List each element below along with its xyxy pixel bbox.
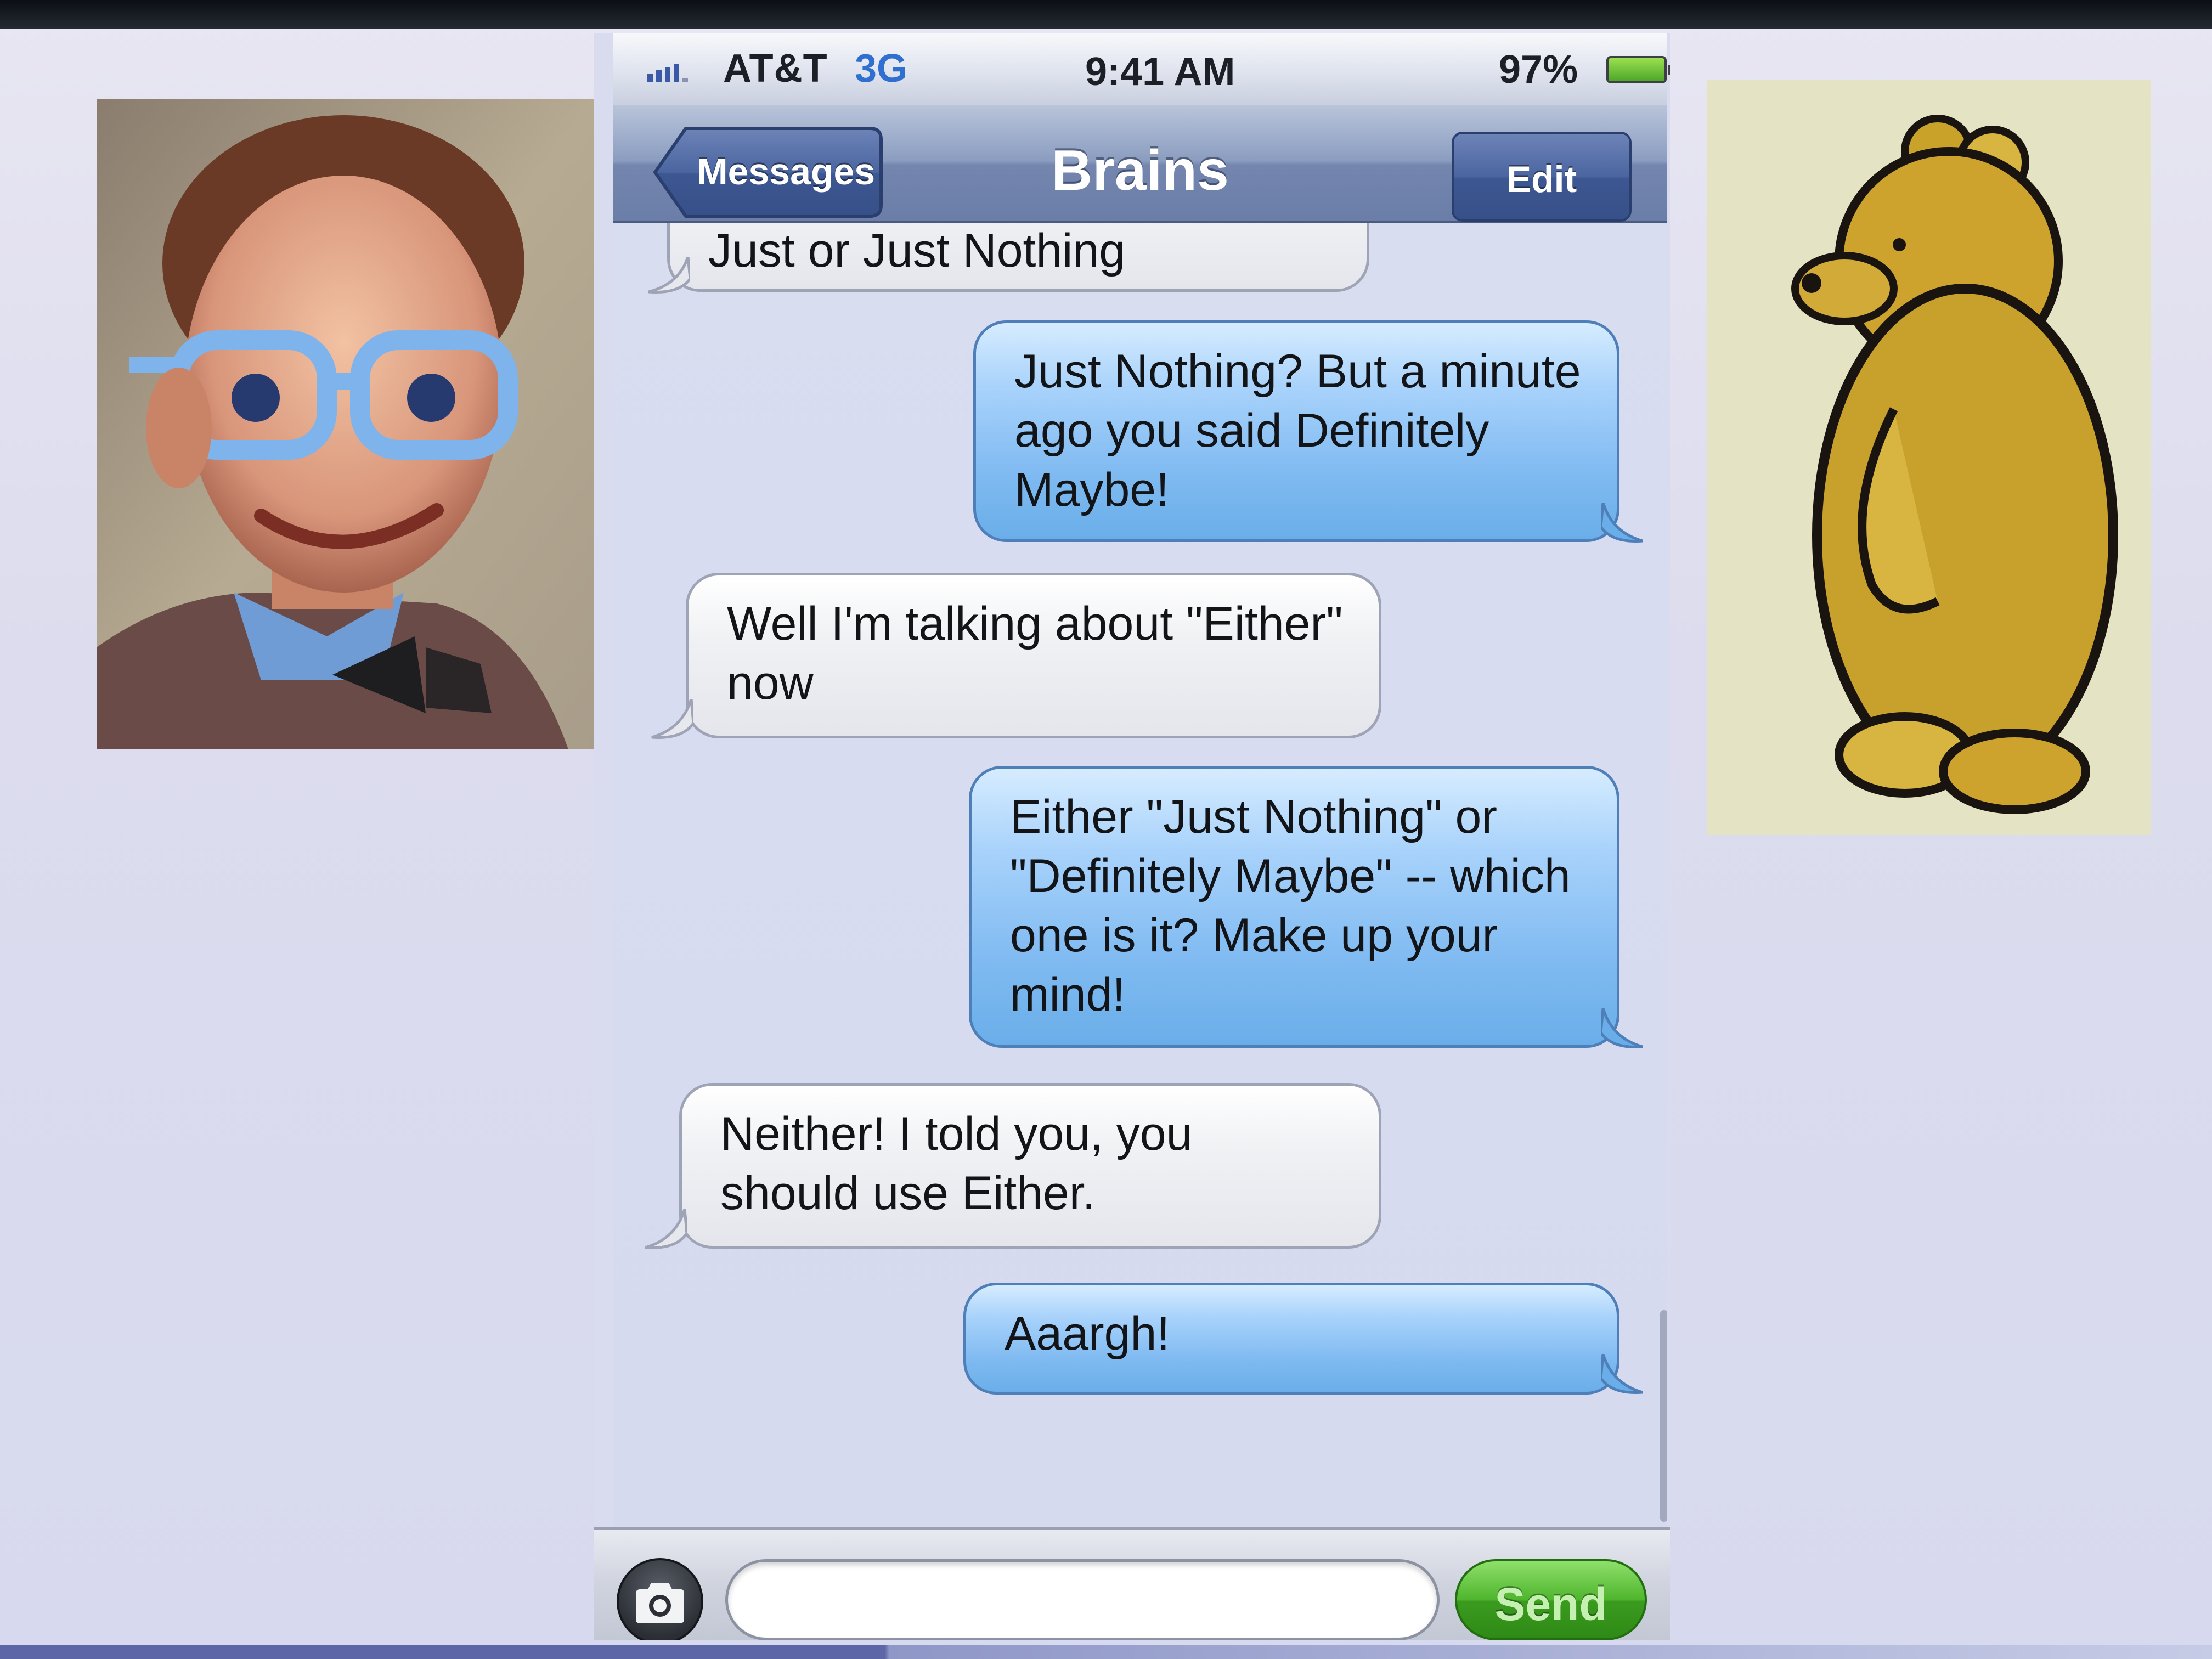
message-bubble-incoming[interactable]: Just or Just Nothing xyxy=(667,223,1369,292)
send-button-label: Send xyxy=(1494,1578,1607,1630)
message-line: Maybe! xyxy=(1014,464,1170,516)
bubble-tail xyxy=(1601,1008,1643,1048)
send-button[interactable]: Send xyxy=(1455,1559,1647,1640)
network-type: 3G xyxy=(855,47,908,91)
message-line: now xyxy=(727,657,814,709)
scrollbar[interactable] xyxy=(1660,1310,1667,1522)
compose-bar: Send xyxy=(594,1527,1670,1640)
message-line: "Definitely Maybe" -- which xyxy=(1010,850,1571,902)
message-bubble-outgoing[interactable]: Either "Just Nothing" or "Definitely May… xyxy=(969,766,1620,1048)
message-line: Aaargh! xyxy=(1005,1307,1170,1360)
message-input[interactable] xyxy=(725,1559,1440,1640)
phone-screen: AT&T 3G 9:41 AM 97% Messages Brains Edit… xyxy=(594,33,1670,1640)
message-line: Just or Just Nothing xyxy=(708,224,1126,277)
message-line: Well I'm talking about "Either" xyxy=(727,597,1343,650)
message-line: Just Nothing? But a minute xyxy=(1014,345,1581,398)
message-thread[interactable]: Just or Just Nothing Just Nothing? But a… xyxy=(613,223,1667,1527)
message-line: Either "Just Nothing" or xyxy=(1010,791,1498,843)
bubble-tail xyxy=(1601,503,1643,543)
edit-button-label: Edit xyxy=(1506,159,1577,200)
bubble-tail xyxy=(1601,1354,1643,1394)
screen-top-bezel xyxy=(0,0,2212,29)
puppet-portrait-image xyxy=(97,99,597,749)
bubble-tail xyxy=(651,699,693,739)
signal-bars-icon xyxy=(647,60,688,82)
message-line: Neither! I told you, you xyxy=(720,1108,1193,1160)
message-bubble-outgoing[interactable]: Aaargh! xyxy=(963,1283,1620,1395)
message-line: one is it? Make up your xyxy=(1010,909,1498,962)
camera-button[interactable] xyxy=(617,1558,703,1640)
bear-drawing-image xyxy=(1707,80,2151,835)
message-bubble-incoming[interactable]: Neither! I told you, you should use Eith… xyxy=(679,1083,1381,1249)
message-bubble-incoming[interactable]: Well I'm talking about "Either" now xyxy=(686,573,1381,738)
message-line: should use Either. xyxy=(720,1167,1096,1220)
camera-icon xyxy=(636,1583,684,1623)
bubble-tail xyxy=(648,257,690,294)
edit-button[interactable]: Edit xyxy=(1452,132,1632,222)
battery-percent: 97% xyxy=(1499,48,1578,92)
navigation-bar: Messages Brains Edit xyxy=(613,105,1667,223)
message-line: ago you said Definitely xyxy=(1014,404,1489,457)
message-bubble-outgoing[interactable]: Just Nothing? But a minute ago you said … xyxy=(973,320,1620,542)
screen-bottom-strip xyxy=(0,1645,2212,1659)
status-bar: AT&T 3G 9:41 AM 97% xyxy=(613,33,1670,105)
bubble-tail xyxy=(645,1209,687,1249)
message-line: mind! xyxy=(1010,968,1126,1021)
battery-icon xyxy=(1606,56,1670,83)
carrier-name: AT&T xyxy=(723,47,828,91)
status-time: 9:41 AM xyxy=(1085,50,1235,94)
